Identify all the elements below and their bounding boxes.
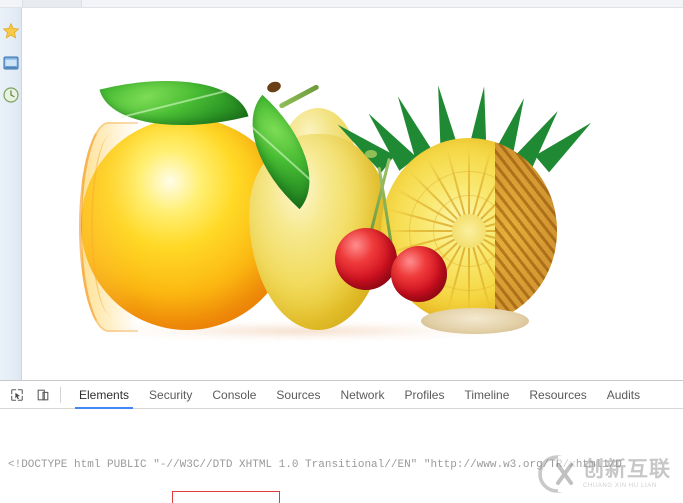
feeds-window-icon[interactable] bbox=[2, 54, 20, 72]
tab-network[interactable]: Network bbox=[330, 381, 394, 409]
tab-profiles[interactable]: Profiles bbox=[394, 381, 454, 409]
browser-tab-stub bbox=[22, 0, 82, 7]
device-toolbar-button[interactable] bbox=[30, 382, 56, 408]
browser-window: Elements Security Console Sources Networ… bbox=[0, 0, 683, 503]
browser-sidebar bbox=[0, 8, 22, 380]
tab-resources[interactable]: Resources bbox=[519, 381, 596, 409]
browser-top-edge bbox=[0, 0, 683, 8]
tab-timeline[interactable]: Timeline bbox=[454, 381, 519, 409]
toolbar-divider bbox=[60, 386, 61, 403]
tab-elements[interactable]: Elements bbox=[69, 381, 139, 409]
attribute-highlight-box bbox=[172, 491, 280, 503]
tab-sources[interactable]: Sources bbox=[266, 381, 330, 409]
page-viewport bbox=[23, 8, 683, 380]
fruit-stem-tip bbox=[265, 79, 283, 95]
cherry-right bbox=[391, 246, 447, 302]
devtools-panel: Elements Security Console Sources Networ… bbox=[0, 380, 683, 503]
devtools-tabs: Elements Security Console Sources Networ… bbox=[69, 381, 650, 409]
cherry-stalk-knob bbox=[365, 150, 377, 158]
pineapple-base bbox=[421, 308, 529, 334]
dom-line-doctype[interactable]: <!DOCTYPE html PUBLIC "-//W3C//DTD XHTML… bbox=[0, 458, 683, 473]
tab-security[interactable]: Security bbox=[139, 381, 202, 409]
fruit-stem bbox=[278, 83, 320, 110]
tab-console[interactable]: Console bbox=[202, 381, 266, 409]
peach-crease-inner bbox=[91, 134, 133, 316]
favorites-star-icon[interactable] bbox=[2, 22, 20, 40]
devtools-toolbar: Elements Security Console Sources Networ… bbox=[0, 381, 683, 409]
fruit-image[interactable] bbox=[53, 56, 599, 350]
dom-tree[interactable]: <!DOCTYPE html PUBLIC "-//W3C//DTD XHTML… bbox=[0, 409, 683, 503]
history-clock-icon[interactable] bbox=[2, 86, 20, 104]
inspect-element-button[interactable] bbox=[4, 382, 30, 408]
doctype-text: <!DOCTYPE html PUBLIC "-//W3C//DTD XHTML… bbox=[8, 459, 622, 471]
tab-audits[interactable]: Audits bbox=[597, 381, 650, 409]
cherry-left bbox=[335, 228, 397, 290]
